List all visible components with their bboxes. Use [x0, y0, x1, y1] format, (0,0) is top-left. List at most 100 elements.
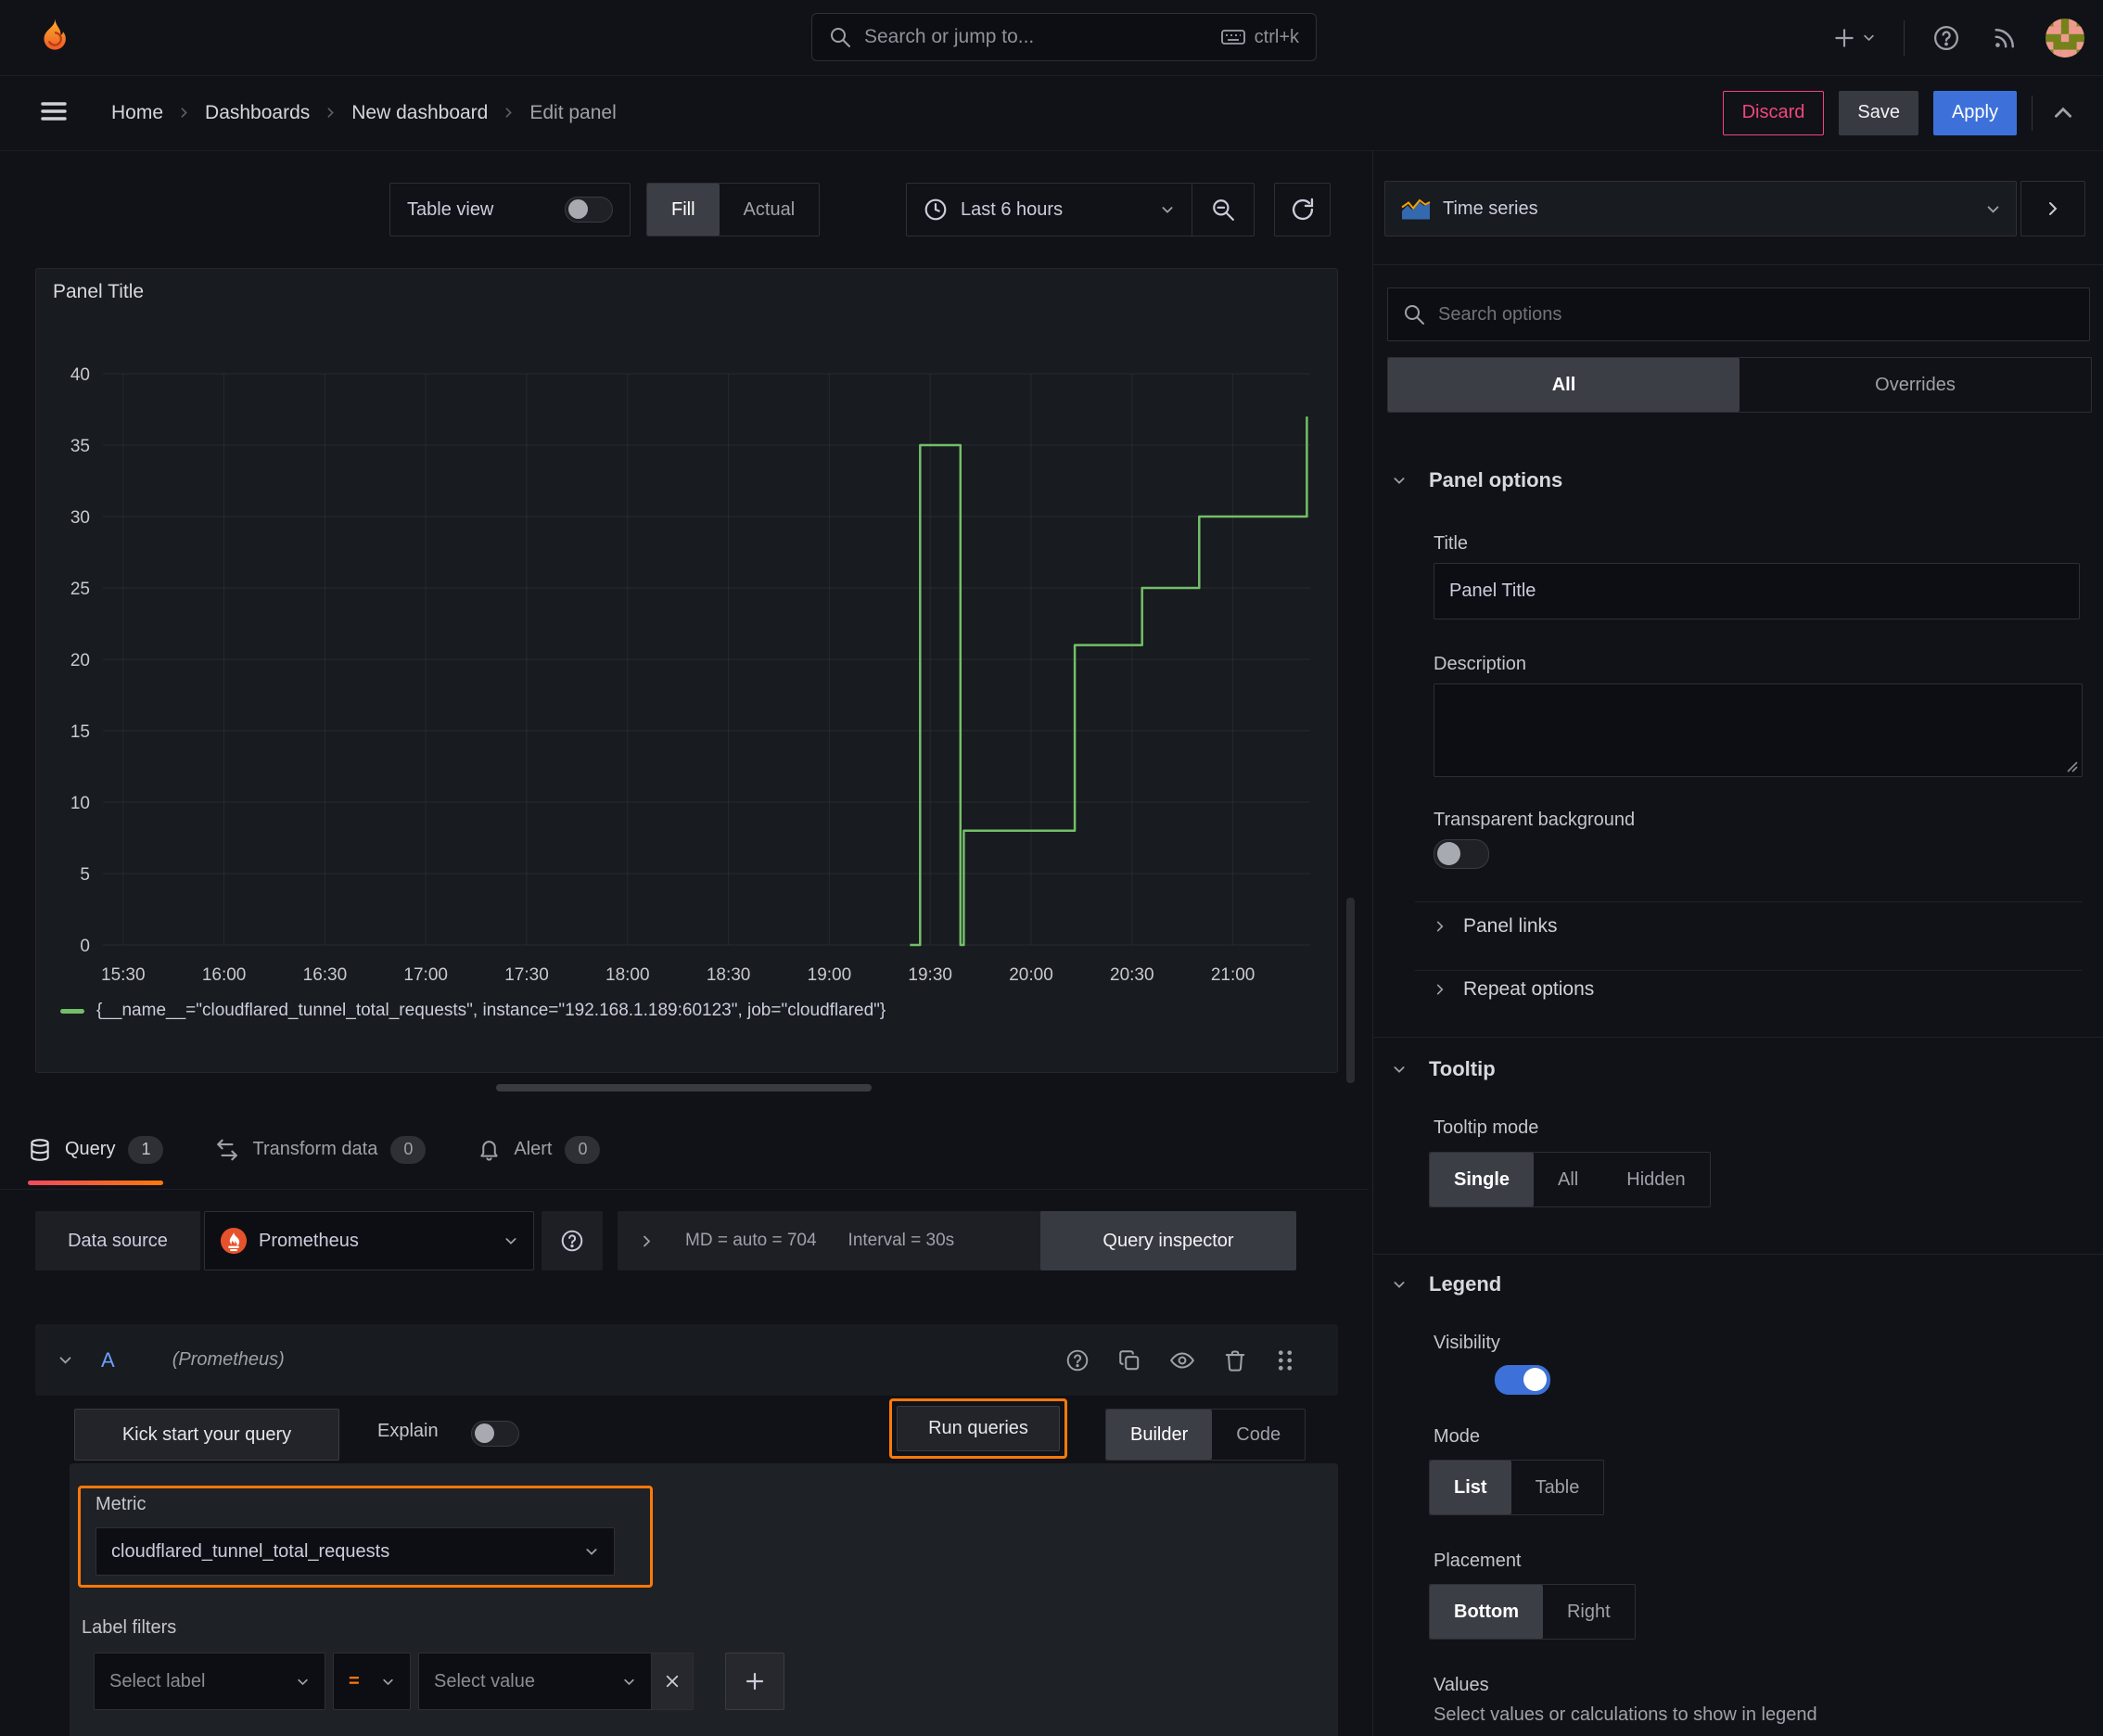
tab-transform-data[interactable]: Transform data 0 — [215, 1110, 427, 1190]
delete-query-icon[interactable] — [1223, 1348, 1247, 1372]
collapse-options-button[interactable] — [2047, 97, 2079, 129]
transform-count-badge: 0 — [390, 1135, 427, 1164]
metric-highlight: Metric cloudflared_tunnel_total_requests — [78, 1486, 653, 1588]
discard-button[interactable]: Discard — [1722, 90, 1825, 135]
search-options-placeholder: Search options — [1438, 303, 1562, 325]
tooltip-section-header[interactable]: Tooltip — [1392, 1057, 1496, 1081]
panel-resize-handle[interactable] — [496, 1084, 872, 1091]
metric-select[interactable]: cloudflared_tunnel_total_requests — [96, 1527, 615, 1576]
chart-legend: {__name__="cloudflared_tunnel_total_requ… — [60, 1001, 886, 1021]
kick-start-query-button[interactable]: Kick start your query — [74, 1409, 339, 1461]
add-filter-button[interactable] — [725, 1653, 784, 1710]
select-value-placeholder: Select value — [434, 1670, 535, 1691]
add-new-button[interactable] — [1829, 22, 1880, 54]
operator-dropdown[interactable]: = — [333, 1653, 411, 1710]
search-options-input[interactable]: Search options — [1387, 287, 2090, 341]
tooltip-mode-all[interactable]: All — [1534, 1153, 1602, 1206]
panel-options-sidebar: Time series Search options All Overrides… — [1372, 150, 2103, 1736]
toggle-visibility-icon[interactable] — [1169, 1347, 1195, 1373]
legend-section-header[interactable]: Legend — [1392, 1272, 1501, 1296]
time-range-picker[interactable]: Last 6 hours — [907, 198, 1192, 222]
legend-visibility-toggle[interactable] — [1494, 1365, 1550, 1395]
legend-series-name[interactable]: {__name__="cloudflared_tunnel_total_requ… — [96, 1001, 886, 1021]
breadcrumb-bar: Home Dashboards New dashboard Edit panel… — [0, 75, 2103, 151]
tooltip-mode-single[interactable]: Single — [1430, 1153, 1535, 1206]
breadcrumb-new-dashboard[interactable]: New dashboard — [351, 102, 488, 124]
timeseries-chart[interactable]: 15:30 16:00 16:30 17:00 17:30 18:00 18:30 19:00… — [36, 269, 1339, 992]
panel-links-section[interactable]: Panel links — [1434, 915, 1558, 938]
legend-mode-toggle-group: List Table — [1429, 1460, 1605, 1515]
breadcrumb-home[interactable]: Home — [111, 102, 163, 124]
query-datasource-name: (Prometheus) — [172, 1349, 285, 1370]
tab-overrides[interactable]: Overrides — [1740, 358, 2091, 412]
chevron-up-icon — [2051, 101, 2075, 125]
legend-placement-bottom[interactable]: Bottom — [1430, 1585, 1543, 1639]
legend-mode-list[interactable]: List — [1430, 1461, 1511, 1514]
chevron-right-icon — [1434, 983, 1447, 996]
alert-count-badge: 0 — [565, 1135, 601, 1164]
panel-options-section-header[interactable]: Panel options — [1392, 468, 1562, 492]
panel-title-input[interactable] — [1434, 563, 2080, 619]
query-inspector-button[interactable]: Query inspector — [1040, 1211, 1296, 1270]
fill-option[interactable]: Fill — [647, 184, 720, 236]
svg-text:30: 30 — [70, 508, 90, 528]
resize-handle-icon[interactable] — [2065, 760, 2078, 772]
panel-preview: Panel Title 15:30 16:00 16:30 17:00 17:30 18:… — [35, 268, 1338, 1073]
tab-all-options[interactable]: All — [1388, 358, 1740, 412]
legend-placement-right[interactable]: Right — [1543, 1585, 1635, 1639]
query-help-icon[interactable] — [1065, 1348, 1090, 1372]
duplicate-query-icon[interactable] — [1117, 1348, 1141, 1372]
search-input[interactable]: Search or jump to... ctrl+k — [811, 13, 1317, 61]
run-queries-button[interactable]: Run queries — [897, 1406, 1060, 1451]
save-button[interactable]: Save — [1839, 90, 1918, 135]
explain-toggle[interactable] — [471, 1421, 519, 1447]
breadcrumb-dashboards[interactable]: Dashboards — [205, 102, 310, 124]
tab-transform-label: Transform data — [252, 1139, 378, 1159]
drag-handle-icon[interactable] — [1275, 1348, 1295, 1372]
visualization-picker[interactable]: Time series — [1384, 181, 2017, 236]
select-label-dropdown[interactable]: Select label — [94, 1653, 325, 1710]
sidebar-divider — [1373, 264, 2103, 265]
query-row-header[interactable]: A (Prometheus) — [35, 1324, 1338, 1396]
code-option[interactable]: Code — [1212, 1410, 1305, 1460]
help-button[interactable] — [1929, 20, 1964, 56]
tab-query[interactable]: Query 1 — [28, 1110, 164, 1190]
menu-toggle-button[interactable] — [35, 95, 72, 131]
data-source-picker[interactable]: Prometheus — [204, 1211, 534, 1270]
tooltip-mode-toggle-group: Single All Hidden — [1429, 1152, 1711, 1207]
chevron-down-icon[interactable] — [57, 1352, 73, 1368]
active-tab-underline — [28, 1180, 164, 1185]
legend-series-swatch[interactable] — [60, 1008, 84, 1014]
remove-filter-button[interactable] — [651, 1653, 693, 1709]
svg-text:20: 20 — [70, 651, 90, 670]
actual-option[interactable]: Actual — [720, 184, 820, 236]
zoom-out-icon — [1211, 198, 1235, 222]
description-field[interactable] — [1434, 683, 2083, 777]
search-shortcut: ctrl+k — [1220, 27, 1299, 48]
svg-text:17:00: 17:00 — [403, 965, 448, 985]
apply-button[interactable]: Apply — [1932, 90, 2017, 135]
tab-alert[interactable]: Alert 0 — [478, 1110, 601, 1190]
table-view-toggle[interactable] — [565, 197, 613, 223]
builder-option[interactable]: Builder — [1106, 1410, 1213, 1460]
zoom-out-button[interactable] — [1192, 184, 1254, 236]
query-options-row[interactable]: MD = auto = 704 Interval = 30s — [618, 1211, 1050, 1270]
select-value-dropdown[interactable]: Select value — [419, 1653, 651, 1709]
refresh-button[interactable] — [1274, 183, 1331, 236]
data-source-help-button[interactable] — [542, 1211, 603, 1270]
breadcrumb-separator-icon — [178, 107, 190, 119]
transparent-background-toggle[interactable] — [1434, 839, 1489, 869]
legend-mode-table[interactable]: Table — [1511, 1461, 1604, 1514]
grafana-logo-icon[interactable] — [33, 17, 76, 59]
collapse-sidebar-button[interactable] — [2020, 181, 2085, 236]
explain-label: Explain — [377, 1421, 439, 1441]
tooltip-mode-hidden[interactable]: Hidden — [1602, 1153, 1709, 1206]
repeat-options-section[interactable]: Repeat options — [1434, 978, 1594, 1001]
scrollbar-thumb[interactable] — [1346, 898, 1355, 1083]
rss-icon — [1992, 25, 2018, 51]
user-avatar[interactable] — [2046, 18, 2084, 57]
timeseries-chart-svg: 15:30 16:00 16:30 17:00 17:30 18:00 18:30 19:00… — [70, 365, 1310, 985]
query-refid[interactable]: A — [101, 1348, 115, 1372]
news-button[interactable] — [1988, 21, 2021, 55]
tab-alert-label: Alert — [514, 1139, 553, 1159]
